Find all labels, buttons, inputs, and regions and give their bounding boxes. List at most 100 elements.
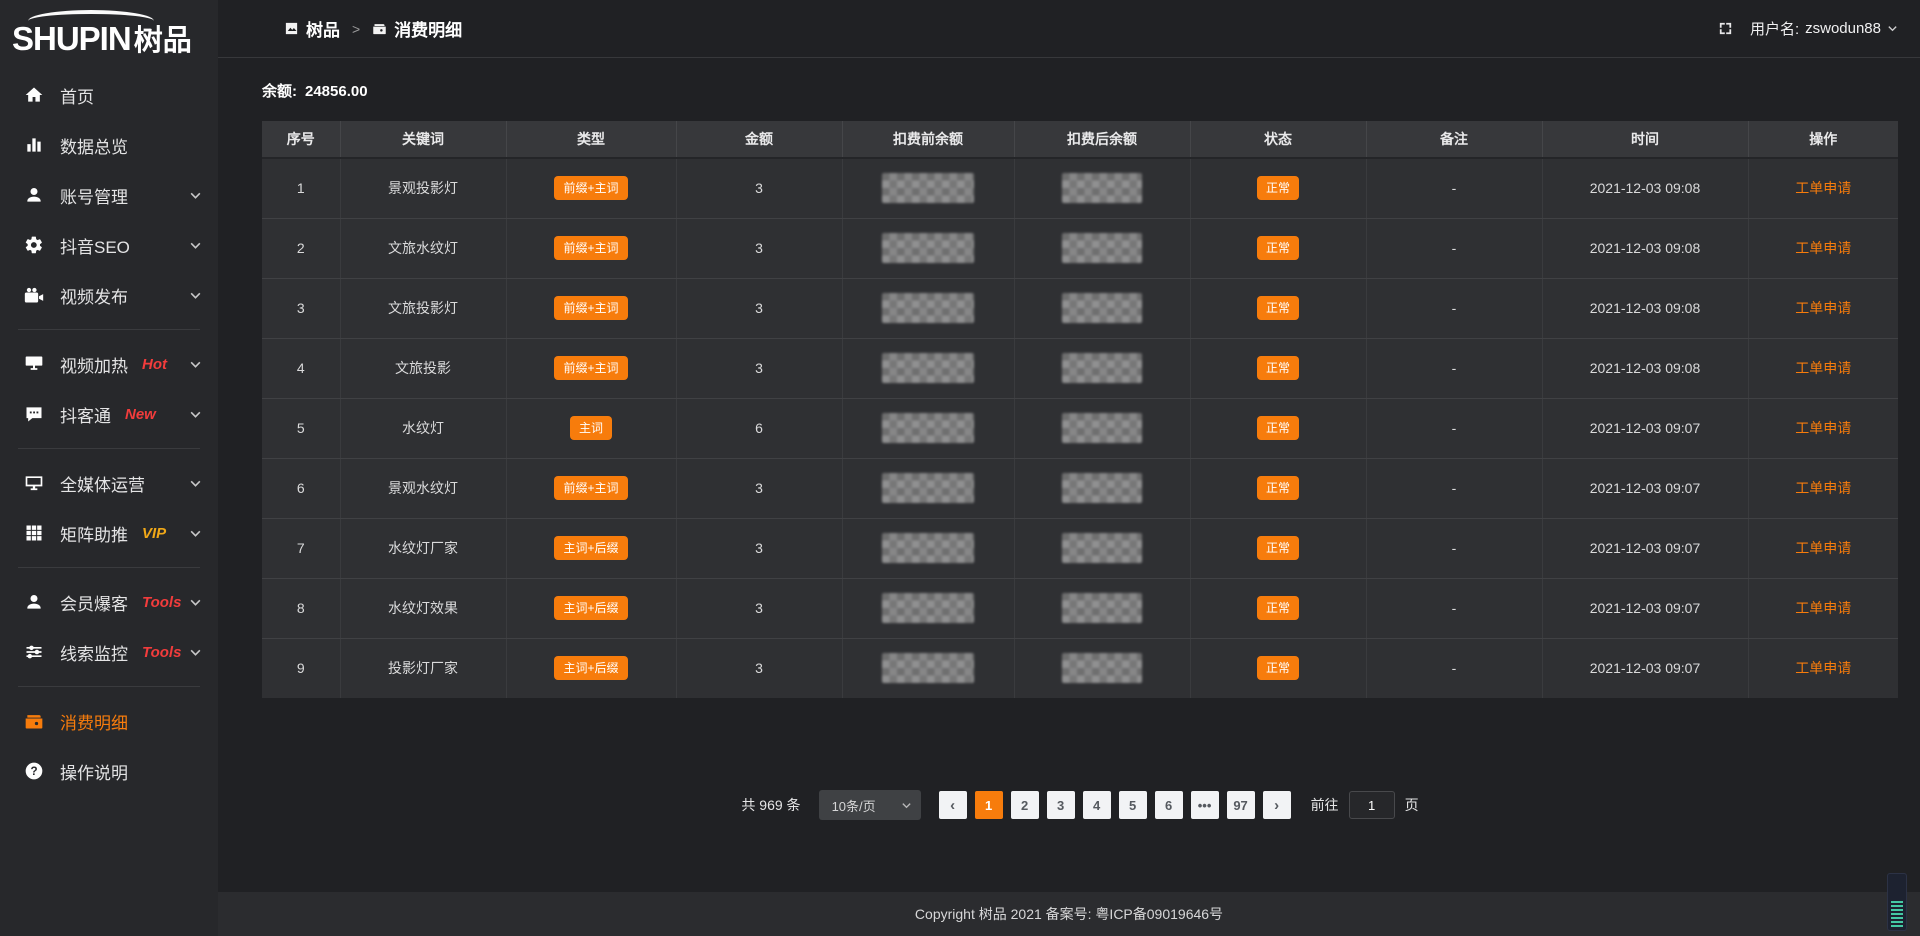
work-order-link[interactable]: 工单申请	[1795, 420, 1851, 436]
cell-balance-before	[842, 638, 1014, 698]
page-button-4[interactable]: 4	[1083, 791, 1111, 819]
bar-chart-icon	[24, 135, 44, 155]
column-header: 序号	[262, 121, 340, 158]
page-button-97[interactable]: 97	[1227, 791, 1255, 819]
sidebar-item-video-publish[interactable]: 视频发布	[0, 270, 218, 320]
sidebar-item-media-operation[interactable]: 全媒体运营	[0, 458, 218, 508]
sidebar-item-label: 线索监控	[60, 640, 128, 665]
sidebar-item-home[interactable]: 首页	[0, 70, 218, 120]
page-button-5[interactable]: 5	[1119, 791, 1147, 819]
column-header: 时间	[1542, 121, 1748, 158]
type-badge: 主词+后缀	[554, 596, 627, 620]
column-header: 扣费前余额	[842, 121, 1014, 158]
cell-status: 正常	[1190, 518, 1366, 578]
column-header: 类型	[506, 121, 676, 158]
logo-text-cn: 树品	[134, 25, 192, 57]
sidebar-item-douyin-seo[interactable]: 抖音SEO	[0, 220, 218, 270]
sidebar-item-consumption-detail[interactable]: 消费明细	[0, 696, 218, 746]
cell-balance-after	[1014, 158, 1190, 218]
sidebar-item-operation-guide[interactable]: ? 操作说明	[0, 746, 218, 796]
logo-text-en: SHUPIN	[12, 20, 131, 57]
type-badge: 主词+后缀	[554, 656, 627, 680]
sidebar-item-video-heat[interactable]: 视频加热 Hot	[0, 339, 218, 389]
cell-index: 4	[262, 338, 340, 398]
redacted-balance-after	[1062, 473, 1142, 503]
page-button-6[interactable]: 6	[1155, 791, 1183, 819]
sidebar-item-badge: Tools	[142, 644, 181, 661]
fullscreen-icon[interactable]	[1717, 20, 1734, 37]
work-order-link[interactable]: 工单申请	[1795, 480, 1851, 496]
redacted-balance-after	[1062, 233, 1142, 263]
cell-action: 工单申请	[1748, 638, 1898, 698]
goto-page-input[interactable]	[1349, 791, 1395, 819]
menu-divider	[18, 567, 200, 568]
chevron-down-icon	[189, 646, 202, 659]
sidebar-item-badge: Tools	[142, 594, 181, 611]
sidebar-item-account-management[interactable]: 账号管理	[0, 170, 218, 220]
type-badge: 主词	[570, 416, 612, 440]
footer: Copyright 树品 2021 备案号: 粤ICP备09019646号	[218, 892, 1920, 936]
redacted-balance-before	[882, 653, 974, 683]
more-pages-button[interactable]: •••	[1191, 791, 1219, 819]
redacted-balance-after	[1062, 173, 1142, 203]
cell-action: 工单申请	[1748, 458, 1898, 518]
next-page-button[interactable]: ›	[1263, 791, 1291, 819]
cell-index: 8	[262, 578, 340, 638]
cell-status: 正常	[1190, 398, 1366, 458]
cell-keyword: 文旅水纹灯	[340, 218, 506, 278]
breadcrumb-item-home[interactable]: 树品	[284, 16, 340, 41]
cell-index: 6	[262, 458, 340, 518]
cell-keyword: 水纹灯厂家	[340, 518, 506, 578]
cell-amount: 3	[676, 338, 842, 398]
redacted-balance-after	[1062, 593, 1142, 623]
chevron-down-icon	[189, 358, 202, 371]
sidebar-item-lead-monitor[interactable]: 线索监控 Tools	[0, 627, 218, 677]
work-order-link[interactable]: 工单申请	[1795, 180, 1851, 196]
page-button-3[interactable]: 3	[1047, 791, 1075, 819]
cell-time: 2021-12-03 09:07	[1542, 458, 1748, 518]
chevron-down-icon	[189, 189, 202, 202]
gear-icon	[24, 235, 44, 255]
breadcrumb-label: 消费明细	[394, 16, 462, 41]
page-button-2[interactable]: 2	[1011, 791, 1039, 819]
prev-page-button[interactable]: ‹	[939, 791, 967, 819]
table-row: 4 文旅投影 前缀+主词 3 正常 - 2021-12-03 09:08 工单申…	[262, 338, 1898, 398]
page-size-select[interactable]: 10条/页	[819, 790, 921, 820]
page-button-1[interactable]: 1	[975, 791, 1003, 819]
breadcrumb-item-current[interactable]: 消费明细	[372, 16, 462, 41]
cell-index: 9	[262, 638, 340, 698]
work-order-link[interactable]: 工单申请	[1795, 540, 1851, 556]
cell-amount: 6	[676, 398, 842, 458]
work-order-link[interactable]: 工单申请	[1795, 300, 1851, 316]
work-order-link[interactable]: 工单申请	[1795, 660, 1851, 676]
cell-balance-before	[842, 518, 1014, 578]
column-header: 关键词	[340, 121, 506, 158]
sidebar-item-data-overview[interactable]: 数据总览	[0, 120, 218, 170]
breadcrumb-label: 树品	[306, 16, 340, 41]
cell-action: 工单申请	[1748, 218, 1898, 278]
user-menu[interactable]: 用户名: zswodun88	[1750, 18, 1898, 39]
sidebar-item-matrix-boost[interactable]: 矩阵助推 VIP	[0, 508, 218, 558]
table-row: 2 文旅水纹灯 前缀+主词 3 正常 - 2021-12-03 09:08 工单…	[262, 218, 1898, 278]
redacted-balance-before	[882, 593, 974, 623]
cell-status: 正常	[1190, 458, 1366, 518]
sidebar-item-label: 抖客通	[60, 402, 111, 427]
column-header: 金额	[676, 121, 842, 158]
work-order-link[interactable]: 工单申请	[1795, 600, 1851, 616]
table-row: 6 景观水纹灯 前缀+主词 3 正常 - 2021-12-03 09:07 工单…	[262, 458, 1898, 518]
sidebar-item-member-burst[interactable]: 会员爆客 Tools	[0, 577, 218, 627]
chevron-down-icon	[189, 477, 202, 490]
cell-balance-after	[1014, 398, 1190, 458]
cell-keyword: 水纹灯	[340, 398, 506, 458]
work-order-link[interactable]: 工单申请	[1795, 240, 1851, 256]
column-header: 备注	[1366, 121, 1542, 158]
cell-keyword: 景观水纹灯	[340, 458, 506, 518]
sidebar-item-douketong[interactable]: 抖客通 New	[0, 389, 218, 439]
cell-index: 1	[262, 158, 340, 218]
pagination: 共 969 条 10条/页 ‹ 123456•••97 › 前往 页	[262, 790, 1898, 820]
sidebar-item-label: 数据总览	[60, 133, 128, 158]
work-order-link[interactable]: 工单申请	[1795, 360, 1851, 376]
cell-type: 主词	[506, 398, 676, 458]
cell-index: 3	[262, 278, 340, 338]
redacted-balance-after	[1062, 653, 1142, 683]
